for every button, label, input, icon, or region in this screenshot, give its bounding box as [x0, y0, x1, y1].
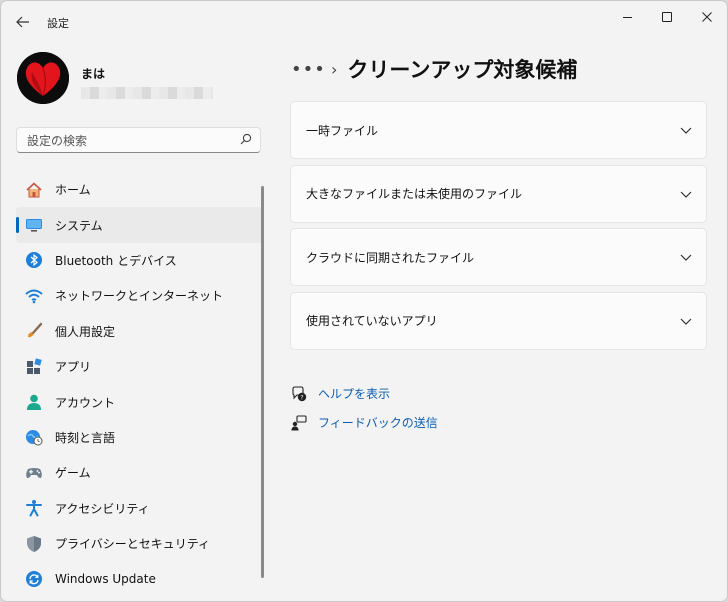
- settings-search[interactable]: [16, 127, 261, 153]
- avatar[interactable]: [17, 52, 69, 104]
- sidebar-item-label: Windows Update: [55, 571, 156, 586]
- card-label: 一時ファイル: [306, 123, 379, 138]
- send-feedback-link[interactable]: フィードバックの送信: [290, 408, 438, 437]
- get-help-link[interactable]: ? ヘルプを表示: [290, 379, 438, 408]
- breadcrumb: ••• › クリーンアップ対象候補: [291, 55, 577, 83]
- card-cloud-synced-files[interactable]: クラウドに同期されたファイル: [290, 228, 707, 286]
- settings-window: 設定 まは ホーム: [0, 0, 728, 602]
- sidebar-item-privacy[interactable]: プライバシーとセキュリティ: [16, 526, 262, 561]
- back-button[interactable]: [11, 11, 35, 33]
- sidebar-item-windows-update[interactable]: Windows Update: [16, 561, 262, 596]
- card-large-unused-files[interactable]: 大きなファイルまたは未使用のファイル: [290, 164, 707, 223]
- chevron-down-icon[interactable]: [680, 189, 692, 199]
- selection-indicator: [16, 217, 19, 234]
- sidebar-item-label: 時刻と言語: [55, 430, 116, 445]
- maximize-icon: [662, 12, 672, 22]
- sidebar-item-home[interactable]: ホーム: [16, 172, 262, 207]
- cleanup-categories: 一時ファイル 大きなファイルまたは未使用のファイル クラウドに同期されたファイル…: [290, 101, 707, 355]
- globe-clock-icon: [24, 427, 44, 447]
- card-temporary-files[interactable]: 一時ファイル: [290, 101, 707, 159]
- breadcrumb-separator: ›: [331, 59, 338, 79]
- sidebar-item-personalization[interactable]: 個人用設定: [16, 314, 262, 349]
- card-label: 大きなファイルまたは未使用のファイル: [306, 187, 523, 201]
- search-icon[interactable]: [240, 133, 252, 145]
- user-name: まは: [81, 67, 106, 81]
- sidebar-nav: ホーム システム Bluetooth とデバイス ネットワークとインターネット: [16, 172, 262, 597]
- app-title: 設定: [47, 17, 69, 30]
- monitor-icon: [24, 215, 44, 235]
- search-input[interactable]: [25, 132, 229, 150]
- update-icon: [24, 569, 44, 589]
- shield-icon: [24, 534, 44, 554]
- sidebar-item-apps[interactable]: アプリ: [16, 349, 262, 384]
- sidebar-item-label: ネットワークとインターネット: [55, 289, 224, 304]
- card-label: クラウドに同期されたファイル: [306, 250, 475, 265]
- minimize-icon: [622, 16, 632, 18]
- sidebar-scrollbar[interactable]: [261, 186, 264, 578]
- sidebar-item-network[interactable]: ネットワークとインターネット: [16, 278, 262, 313]
- sidebar-item-time-language[interactable]: 時刻と言語: [16, 420, 262, 455]
- minimize-button[interactable]: [607, 7, 647, 27]
- close-button[interactable]: [687, 7, 727, 27]
- svg-text:?: ?: [300, 394, 303, 401]
- sidebar-item-label: ホーム: [55, 183, 91, 198]
- chevron-down-icon[interactable]: [680, 316, 692, 326]
- sidebar-item-label: システム: [55, 218, 103, 233]
- blurred-email: [81, 87, 213, 99]
- sidebar-item-label: Bluetooth とデバイス: [55, 253, 177, 268]
- accessibility-icon: [24, 498, 44, 518]
- heart-flower-picture: [17, 52, 69, 104]
- feedback-icon: [290, 414, 308, 432]
- chevron-down-icon[interactable]: [680, 252, 692, 262]
- home-icon: [24, 180, 44, 200]
- maximize-button[interactable]: [647, 7, 687, 27]
- sidebar-item-label: プライバシーとセキュリティ: [55, 537, 211, 552]
- sidebar-item-accounts[interactable]: アカウント: [16, 384, 262, 419]
- paintbrush-icon: [24, 321, 44, 341]
- sidebar-item-accessibility[interactable]: アクセシビリティ: [16, 491, 262, 526]
- close-icon: [702, 12, 712, 22]
- sidebar-item-label: アカウント: [55, 395, 116, 410]
- card-label: 使用されていないアプリ: [306, 314, 438, 328]
- help-links: ? ヘルプを表示 フィードバックの送信: [290, 379, 438, 437]
- sidebar-item-label: アプリ: [55, 360, 92, 375]
- gamepad-icon: [24, 463, 44, 483]
- sidebar-item-label: アクセシビリティ: [55, 501, 150, 516]
- sidebar-item-gaming[interactable]: ゲーム: [16, 455, 262, 490]
- page-title: クリーンアップ対象候補: [347, 58, 578, 82]
- help-icon: ?: [290, 385, 308, 403]
- apps-icon: [24, 357, 44, 377]
- link-label[interactable]: フィードバックの送信: [318, 414, 438, 431]
- link-label[interactable]: ヘルプを表示: [318, 385, 390, 402]
- chevron-down-icon[interactable]: [680, 125, 692, 135]
- sidebar-item-system[interactable]: システム: [16, 207, 262, 243]
- sidebar-item-label: ゲーム: [55, 466, 91, 481]
- account-icon: [24, 392, 44, 412]
- bluetooth-icon: [24, 250, 44, 270]
- back-arrow-icon: [16, 16, 29, 28]
- title-bar: 設定: [1, 1, 727, 41]
- card-unused-apps[interactable]: 使用されていないアプリ: [290, 291, 707, 350]
- sidebar-item-bluetooth[interactable]: Bluetooth とデバイス: [16, 243, 262, 278]
- sidebar-item-label: 個人用設定: [55, 324, 116, 339]
- more-options-button[interactable]: •••: [291, 59, 325, 80]
- wifi-icon: [24, 286, 44, 306]
